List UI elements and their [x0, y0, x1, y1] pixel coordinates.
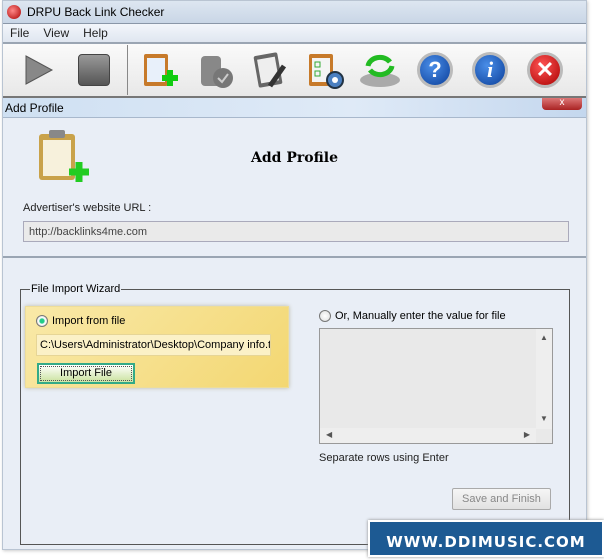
start-button[interactable] — [17, 48, 61, 92]
scroll-up-icon[interactable]: ▲ — [536, 333, 552, 342]
panel-title: Add Profile — [5, 100, 64, 115]
window-title: DRPU Back Link Checker — [27, 5, 165, 19]
manual-entry-radio[interactable]: Or, Manually enter the value for file — [319, 310, 506, 323]
vertical-scrollbar[interactable]: ▲ ▼ — [536, 329, 552, 429]
clipboard-edit-icon — [253, 52, 287, 88]
trash-icon — [201, 56, 233, 88]
settings-button[interactable] — [303, 48, 347, 92]
menu-help[interactable]: Help — [76, 26, 115, 40]
import-radio-label: Import from file — [52, 315, 126, 327]
radio-unselected-icon — [319, 310, 331, 323]
scroll-left-icon[interactable]: ◀ — [326, 430, 332, 441]
panel-close-button[interactable]: x — [542, 98, 582, 110]
watermark-banner: WWW.DDIMUSIC.COM — [368, 520, 604, 557]
stop-button[interactable] — [72, 48, 116, 92]
url-input[interactable]: http://backlinks4me.com — [23, 221, 569, 242]
sync-drive-icon — [360, 54, 400, 87]
add-profile-button[interactable] — [138, 48, 182, 92]
help-button[interactable]: ? — [413, 48, 457, 92]
close-icon: ✕ — [527, 52, 563, 88]
import-file-button[interactable]: Import File — [37, 363, 135, 384]
import-from-file-panel: Import from file C:\Users\Administrator\… — [25, 306, 289, 388]
import-from-file-radio[interactable]: Import from file — [36, 315, 126, 328]
scroll-right-icon[interactable]: ▶ — [524, 430, 530, 441]
page-title: Add Profile — [251, 150, 338, 166]
update-button[interactable] — [358, 48, 402, 92]
panel-title-bar: Add Profile x — [3, 98, 586, 118]
toolbar: ? i ✕ — [3, 44, 586, 98]
stop-icon — [78, 54, 110, 86]
about-button[interactable]: i — [468, 48, 512, 92]
menu-view[interactable]: View — [36, 26, 76, 40]
group-label: File Import Wizard — [30, 283, 122, 295]
scroll-down-icon[interactable]: ▼ — [536, 414, 552, 423]
manual-radio-label: Or, Manually enter the value for file — [335, 310, 506, 322]
delete-profile-button[interactable] — [193, 48, 237, 92]
edit-profile-button[interactable] — [248, 48, 292, 92]
help-icon: ? — [417, 52, 453, 88]
play-icon — [25, 55, 54, 85]
checklist-gear-icon — [309, 54, 344, 89]
profile-header: Add Profile Advertiser's website URL : h… — [3, 120, 586, 258]
menu-file[interactable]: File — [3, 26, 36, 40]
manual-values-textarea[interactable]: ▲ ▼ ◀ ▶ — [319, 328, 553, 444]
menu-bar: File View Help — [3, 24, 586, 44]
info-icon: i — [472, 52, 508, 88]
toolbar-separator — [127, 45, 128, 95]
radio-selected-icon — [36, 315, 48, 328]
exit-button[interactable]: ✕ — [523, 48, 567, 92]
horizontal-scrollbar[interactable]: ◀ ▶ — [320, 428, 536, 443]
clipboard-add-icon — [144, 54, 178, 86]
url-label: Advertiser's website URL : — [23, 202, 152, 214]
title-bar: DRPU Back Link Checker — [3, 1, 586, 24]
app-icon — [7, 5, 21, 19]
hint-text: Separate rows using Enter — [319, 452, 449, 464]
file-path-input[interactable]: C:\Users\Administrator\Desktop\Company i… — [36, 334, 271, 356]
save-and-finish-button[interactable]: Save and Finish — [452, 488, 551, 510]
